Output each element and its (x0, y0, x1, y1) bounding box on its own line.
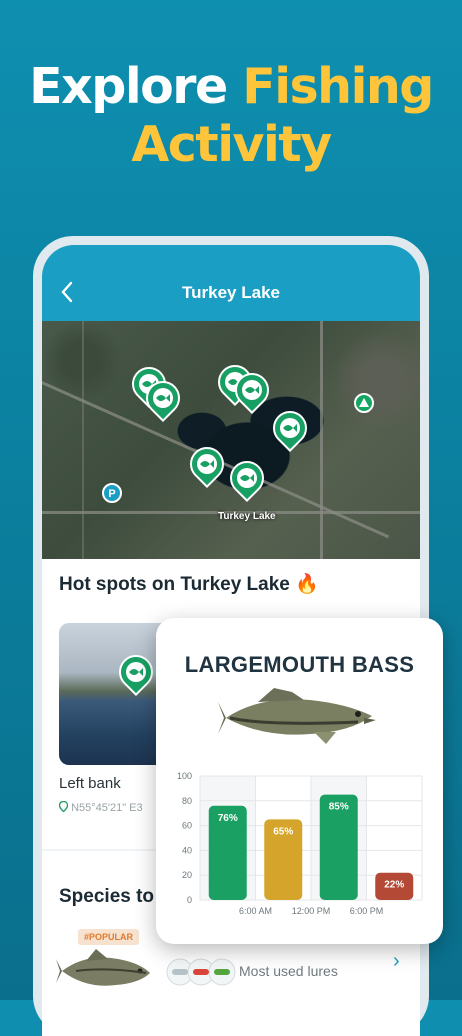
lures-icons (166, 958, 236, 986)
y-tick-label: 0 (187, 895, 192, 905)
species-name: LARGEMOUTH BASS (184, 652, 415, 677)
campsite-icon[interactable] (354, 393, 374, 413)
fish-icon (156, 394, 170, 402)
species-card[interactable]: LARGEMOUTH BASS 0 20 40 60 80 100 76% 65% 85% 22%… (156, 618, 443, 944)
fish-icon (245, 386, 259, 394)
lake-label: Turkey Lake (218, 511, 276, 522)
catch-rate-chart: 0 20 40 60 80 100 76% 65% 85% 22% 6:00 AM 12:00 PM 6… (177, 771, 423, 916)
hot-spot-name: Left bank (59, 775, 121, 792)
page-title: Turkey Lake (182, 283, 280, 302)
y-tick-label: 20 (182, 870, 192, 880)
chevron-right-icon[interactable]: › (393, 950, 400, 973)
popular-badge: #POPULAR (78, 929, 140, 945)
species-title: Species to (59, 886, 155, 907)
x-tick-label: 6:00 PM (350, 906, 384, 916)
y-tick-label: 100 (177, 771, 192, 781)
fishing-spot-pin (111, 647, 161, 697)
bar-value-label: 22% (384, 880, 404, 891)
lake-map[interactable]: Turkey Lake P (42, 321, 420, 559)
hot-spot-photo[interactable] (59, 623, 171, 765)
fish-icon (240, 474, 254, 482)
y-tick-label: 40 (182, 845, 192, 855)
headline-fishing: Fishing (242, 58, 434, 115)
bar-value-label: 85% (329, 802, 349, 813)
headline-activity: Activity (131, 116, 332, 173)
headline: Explore Fishing Activity (0, 58, 462, 174)
fishing-spot-pin[interactable] (265, 403, 315, 453)
fish-icon (200, 460, 214, 468)
hot-spots-title: Hot spots on Turkey Lake 🔥 (59, 574, 319, 595)
x-tick-label: 6:00 AM (239, 906, 272, 916)
hot-spot-coordinates: N55°45'21" E3 (58, 800, 143, 814)
location-pin-icon (58, 800, 69, 813)
bar-value-label: 65% (273, 826, 293, 837)
x-tick-label: 12:00 PM (292, 906, 331, 916)
bar-value-label: 76% (218, 813, 238, 824)
coordinates-text: N55°45'21" E3 (71, 802, 143, 814)
fish-icon (129, 668, 143, 676)
y-tick-label: 60 (182, 821, 192, 831)
fish-icon (283, 424, 297, 432)
most-used-lures-label: Most used lures (239, 963, 338, 979)
headline-explore: Explore (29, 58, 243, 115)
nav-bar: Turkey Lake (42, 245, 420, 321)
parking-icon[interactable]: P (102, 483, 122, 503)
y-tick-label: 80 (182, 796, 192, 806)
fishing-spot-pin[interactable] (222, 453, 272, 503)
bass-thumbnail[interactable] (56, 945, 156, 997)
largemouth-bass-illustration (218, 688, 376, 744)
